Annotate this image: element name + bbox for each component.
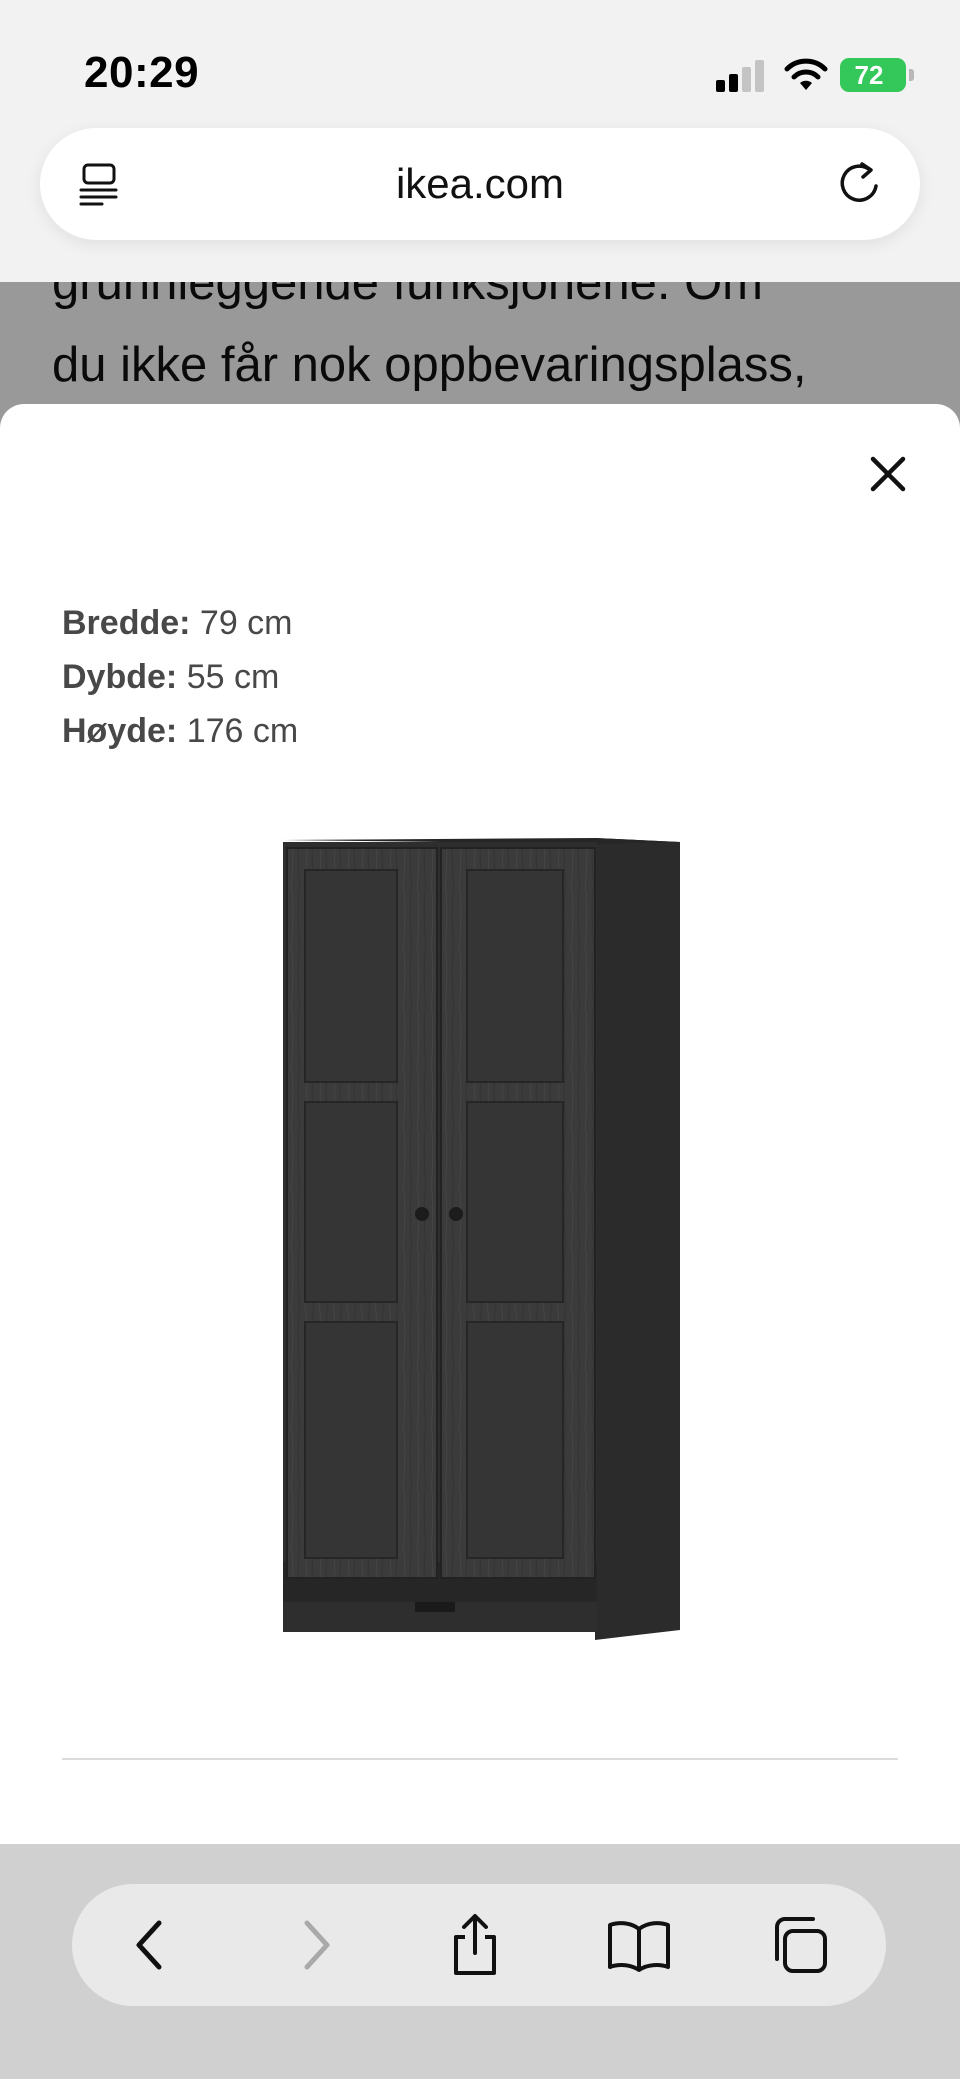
wardrobe-product-image xyxy=(283,838,680,1640)
wifi-icon xyxy=(784,58,828,90)
dimension-label: Bredde: xyxy=(62,604,191,642)
dimension-value: 55 cm xyxy=(186,658,280,696)
status-time: 20:29 xyxy=(84,48,200,97)
tabs-icon[interactable] xyxy=(769,1915,829,1975)
close-icon[interactable] xyxy=(868,454,908,494)
reload-icon[interactable] xyxy=(834,158,884,208)
battery-level: 72 xyxy=(854,60,884,90)
forward-icon[interactable] xyxy=(297,1917,337,1973)
forward-button[interactable] xyxy=(282,1910,352,1980)
share-button[interactable] xyxy=(440,1910,510,1980)
dimension-label: Dybde: xyxy=(62,658,178,696)
dimension-value: 79 cm xyxy=(199,604,293,642)
back-icon[interactable] xyxy=(129,1917,169,1973)
dimension-depth: Dybde: 55 cm xyxy=(62,650,298,704)
close-button[interactable] xyxy=(858,444,918,504)
battery-cap xyxy=(909,69,914,81)
tabs-button[interactable] xyxy=(764,1910,834,1980)
dimensions-list: Bredde: 79 cm Dybde: 55 cm Høyde: 176 cm xyxy=(62,596,298,758)
dimension-width: Bredde: 79 cm xyxy=(62,596,298,650)
share-icon[interactable] xyxy=(448,1913,502,1977)
bookmarks-icon[interactable] xyxy=(606,1917,672,1973)
signal-icon xyxy=(716,60,764,92)
battery-icon: 72 xyxy=(840,58,914,92)
divider xyxy=(62,1758,898,1760)
address-bar[interactable]: ikea.com xyxy=(40,128,920,240)
bookmarks-button[interactable] xyxy=(604,1910,674,1980)
browser-top-chrome: 20:29 72 ikea.com xyxy=(0,0,960,282)
dimension-height: Høyde: 176 cm xyxy=(62,704,298,758)
url-text[interactable]: ikea.com xyxy=(40,128,920,240)
dimension-value: 176 cm xyxy=(186,712,299,750)
dimension-label: Høyde: xyxy=(62,712,178,750)
back-button[interactable] xyxy=(114,1910,184,1980)
